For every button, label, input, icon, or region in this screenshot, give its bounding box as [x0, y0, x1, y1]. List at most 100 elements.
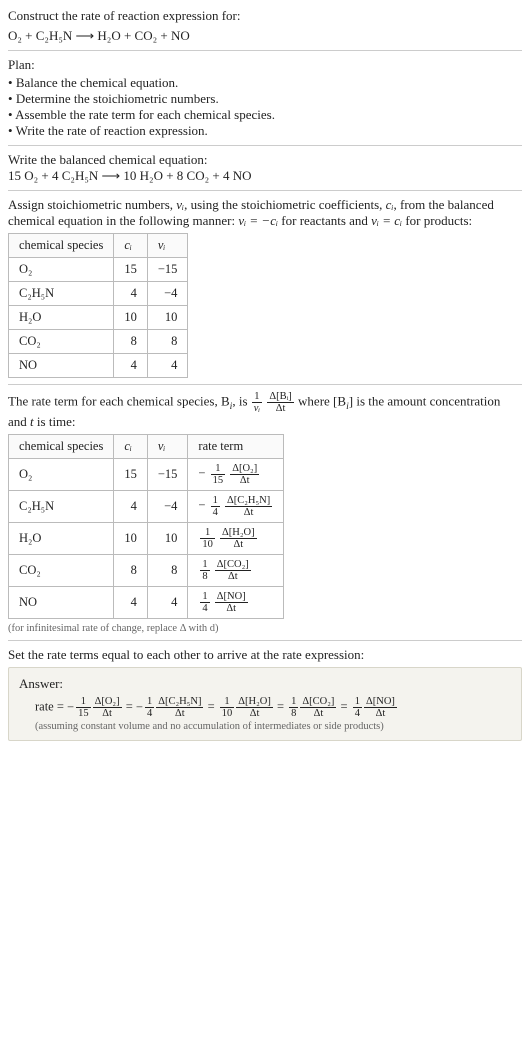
unbalanced-reaction: O₂ + C₂H₅N ⟶ H₂O + CO₂ + NO: [8, 28, 522, 44]
cell-rate: − 115 Δ[O₂]Δt: [188, 459, 284, 491]
cell-species: O₂: [9, 459, 114, 491]
numer: Δ[C₂H₅N]: [156, 696, 203, 708]
conc-frac: Δ[O₂]Δt: [93, 696, 122, 719]
nu-i: νᵢ: [158, 238, 166, 252]
numer: 1: [252, 391, 262, 403]
denom: 8: [200, 571, 209, 582]
cell-species: CO₂: [9, 330, 114, 354]
plan-heading: Plan:: [8, 57, 522, 73]
plan-section: Plan: Balance the chemical equation. Det…: [8, 50, 522, 139]
numer: 1: [200, 559, 209, 571]
numer: 1: [211, 495, 220, 507]
conc-frac: Δ[H₂O]Δt: [220, 527, 257, 550]
table-row: NO44: [9, 354, 188, 378]
cell-species: CO₂: [9, 555, 114, 587]
numer: 1: [200, 591, 209, 603]
denom: Δt: [215, 603, 248, 614]
table-row: CO₂ 8 8 18 Δ[CO₂]Δt: [9, 555, 284, 587]
stoich-table: chemical species cᵢ νᵢ O₂15−15 C₂H₅N4−4 …: [8, 233, 188, 378]
rate-term-section: The rate term for each chemical species,…: [8, 384, 522, 634]
nu-i: νᵢ: [158, 439, 166, 453]
denom: 10: [200, 539, 215, 550]
equals: =: [126, 700, 136, 714]
numer: 1: [220, 696, 235, 708]
cell-c: 4: [114, 491, 148, 523]
text: for reactants and: [278, 213, 371, 228]
one-over-nu: 1νᵢ: [252, 391, 262, 414]
cell-c: 4: [114, 282, 148, 306]
cell-nu: −15: [147, 459, 188, 491]
denom: Δt: [225, 507, 272, 518]
dB-over-dt: Δ[Bᵢ]Δt: [267, 391, 293, 414]
col-species: chemical species: [9, 435, 114, 459]
cell-c: 4: [114, 354, 148, 378]
text: , is: [232, 394, 250, 409]
cell-rate: 18 Δ[CO₂]Δt: [188, 555, 284, 587]
cell-nu: −4: [147, 282, 188, 306]
table-row: H₂O1010: [9, 306, 188, 330]
balanced-heading: Write the balanced chemical equation:: [8, 152, 522, 168]
answer-rate-expression: rate = −115Δ[O₂]Δt = −14Δ[C₂H₅N]Δt = 110…: [35, 696, 511, 719]
cell-species: C₂H₅N: [9, 491, 114, 523]
numer: Δ[O₂]: [93, 696, 122, 708]
conc-frac: Δ[CO₂]Δt: [215, 559, 251, 582]
numer: 1: [289, 696, 298, 708]
conc-frac: Δ[CO₂]Δt: [300, 696, 336, 719]
numer: Δ[NO]: [364, 696, 397, 708]
cell-nu: −4: [147, 491, 188, 523]
denom: Δt: [156, 708, 203, 719]
equals: =: [208, 700, 218, 714]
text: for products:: [402, 213, 472, 228]
table-header-row: chemical species cᵢ νᵢ rate term: [9, 435, 284, 459]
conc-frac: Δ[NO]Δt: [215, 591, 248, 614]
plan-item: Assemble the rate term for each chemical…: [8, 107, 522, 123]
plan-list: Balance the chemical equation. Determine…: [8, 75, 522, 139]
denom: 4: [200, 603, 209, 614]
denom: Δt: [236, 708, 273, 719]
rate-term-footnote: (for infinitesimal rate of change, repla…: [8, 623, 522, 634]
rel-prod: νᵢ = cᵢ: [371, 213, 402, 228]
coeff-frac: 14: [145, 696, 154, 719]
coeff-frac: 110: [220, 696, 235, 719]
denom: 4: [211, 507, 220, 518]
cell-c: 8: [114, 330, 148, 354]
rate-term-table: chemical species cᵢ νᵢ rate term O₂ 15 −…: [8, 434, 284, 619]
numer: Δ[H₂O]: [220, 527, 257, 539]
cell-nu: 8: [147, 330, 188, 354]
denom: 15: [76, 708, 91, 719]
col-c: cᵢ: [114, 234, 148, 258]
neg-sign: −: [136, 700, 143, 714]
coeff-frac: 110: [200, 527, 215, 550]
col-species: chemical species: [9, 234, 114, 258]
coeff-frac: 115: [211, 463, 226, 486]
numer: 1: [211, 463, 226, 475]
c-i: cᵢ: [386, 197, 394, 212]
col-rate: rate term: [188, 435, 284, 459]
c-i: cᵢ: [124, 439, 132, 453]
conc-frac: Δ[NO]Δt: [364, 696, 397, 719]
denom: Δt: [220, 539, 257, 550]
text: where [B: [298, 394, 346, 409]
table-row: CO₂88: [9, 330, 188, 354]
denom: 15: [211, 475, 226, 486]
final-heading: Set the rate terms equal to each other t…: [8, 647, 522, 663]
col-nu: νᵢ: [147, 234, 188, 258]
table-header-row: chemical species cᵢ νᵢ: [9, 234, 188, 258]
cell-c: 8: [114, 555, 148, 587]
cell-species: H₂O: [9, 523, 114, 555]
table-row: O₂ 15 −15 − 115 Δ[O₂]Δt: [9, 459, 284, 491]
balanced-section: Write the balanced chemical equation: 15…: [8, 145, 522, 184]
denom: 4: [353, 708, 362, 719]
cell-nu: 4: [147, 354, 188, 378]
denom: 4: [145, 708, 154, 719]
table-row: H₂O 10 10 110 Δ[H₂O]Δt: [9, 523, 284, 555]
final-section: Set the rate terms equal to each other t…: [8, 640, 522, 741]
cell-nu: 10: [147, 523, 188, 555]
equals: =: [277, 700, 287, 714]
table-row: C₂H₅N4−4: [9, 282, 188, 306]
rate-term-intro: The rate term for each chemical species,…: [8, 391, 522, 430]
prompt-text: Construct the rate of reaction expressio…: [8, 8, 522, 24]
cell-nu: 8: [147, 555, 188, 587]
cell-species: H₂O: [9, 306, 114, 330]
table-row: NO 4 4 14 Δ[NO]Δt: [9, 587, 284, 619]
